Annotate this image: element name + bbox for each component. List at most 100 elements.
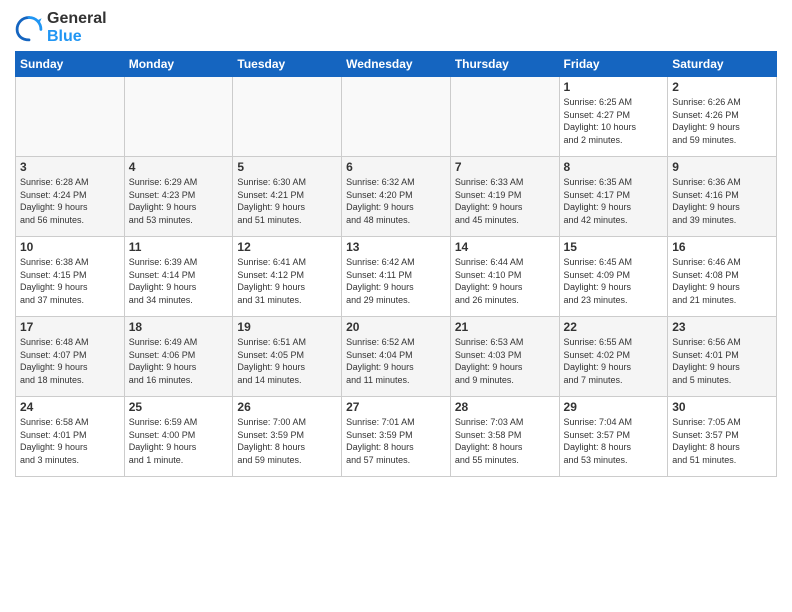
calendar-cell: 13Sunrise: 6:42 AM Sunset: 4:11 PM Dayli…	[342, 237, 451, 317]
day-info: Sunrise: 7:03 AM Sunset: 3:58 PM Dayligh…	[455, 416, 555, 466]
day-number: 27	[346, 400, 446, 414]
day-info: Sunrise: 6:51 AM Sunset: 4:05 PM Dayligh…	[237, 336, 337, 386]
day-info: Sunrise: 6:55 AM Sunset: 4:02 PM Dayligh…	[564, 336, 664, 386]
calendar-cell: 4Sunrise: 6:29 AM Sunset: 4:23 PM Daylig…	[124, 157, 233, 237]
day-info: Sunrise: 6:52 AM Sunset: 4:04 PM Dayligh…	[346, 336, 446, 386]
main-container: General Blue SundayMondayTuesdayWednesda…	[0, 0, 792, 482]
day-number: 24	[20, 400, 120, 414]
day-number: 28	[455, 400, 555, 414]
day-info: Sunrise: 6:25 AM Sunset: 4:27 PM Dayligh…	[564, 96, 664, 146]
calendar-cell: 28 Sunrise: 7:03 AM Sunset: 3:58 PM Dayli…	[450, 397, 559, 477]
header-wednesday: Wednesday	[342, 52, 451, 77]
day-number: 26	[237, 400, 337, 414]
calendar-cell: 9Sunrise: 6:36 AM Sunset: 4:16 PM Daylig…	[668, 157, 777, 237]
day-info: Sunrise: 7:05 AM Sunset: 3:57 PM Dayligh…	[672, 416, 772, 466]
day-info: Sunrise: 6:32 AM Sunset: 4:20 PM Dayligh…	[346, 176, 446, 226]
day-info: Sunrise: 6:45 AM Sunset: 4:09 PM Dayligh…	[564, 256, 664, 306]
day-number: 20	[346, 320, 446, 334]
day-number: 6	[346, 160, 446, 174]
header-saturday: Saturday	[668, 52, 777, 77]
calendar-table: SundayMondayTuesdayWednesdayThursdayFrid…	[15, 51, 777, 477]
calendar-week-1: 3 Sunrise: 6:28 AM Sunset: 4:24 PM Daylig…	[16, 157, 777, 237]
day-number: 12	[237, 240, 337, 254]
calendar-cell: 27 Sunrise: 7:01 AM Sunset: 3:59 PM Dayli…	[342, 397, 451, 477]
header: General Blue	[15, 10, 777, 45]
calendar-cell	[342, 77, 451, 157]
calendar-week-2: 10 Sunrise: 6:38 AM Sunset: 4:15 PM Dayli…	[16, 237, 777, 317]
calendar-week-4: 24 Sunrise: 6:58 AM Sunset: 4:01 PM Dayli…	[16, 397, 777, 477]
day-number: 7	[455, 160, 555, 174]
day-number: 21	[455, 320, 555, 334]
calendar-cell: 29Sunrise: 7:04 AM Sunset: 3:57 PM Dayli…	[559, 397, 668, 477]
header-thursday: Thursday	[450, 52, 559, 77]
day-number: 8	[564, 160, 664, 174]
calendar-cell: 14 Sunrise: 6:44 AM Sunset: 4:10 PM Dayli…	[450, 237, 559, 317]
day-info: Sunrise: 6:48 AM Sunset: 4:07 PM Dayligh…	[20, 336, 120, 386]
day-info: Sunrise: 7:00 AM Sunset: 3:59 PM Dayligh…	[237, 416, 337, 466]
day-number: 3	[20, 160, 120, 174]
day-number: 15	[564, 240, 664, 254]
day-number: 30	[672, 400, 772, 414]
header-tuesday: Tuesday	[233, 52, 342, 77]
day-info: Sunrise: 6:33 AM Sunset: 4:19 PM Dayligh…	[455, 176, 555, 226]
day-number: 4	[129, 160, 229, 174]
calendar-cell: 3 Sunrise: 6:28 AM Sunset: 4:24 PM Daylig…	[16, 157, 125, 237]
day-info: Sunrise: 6:46 AM Sunset: 4:08 PM Dayligh…	[672, 256, 772, 306]
header-sunday: Sunday	[16, 52, 125, 77]
day-number: 22	[564, 320, 664, 334]
day-info: Sunrise: 6:38 AM Sunset: 4:15 PM Dayligh…	[20, 256, 120, 306]
calendar-header-row: SundayMondayTuesdayWednesdayThursdayFrid…	[16, 52, 777, 77]
header-monday: Monday	[124, 52, 233, 77]
day-info: Sunrise: 6:35 AM Sunset: 4:17 PM Dayligh…	[564, 176, 664, 226]
calendar-cell	[233, 77, 342, 157]
day-info: Sunrise: 6:30 AM Sunset: 4:21 PM Dayligh…	[237, 176, 337, 226]
calendar-cell: 20 Sunrise: 6:52 AM Sunset: 4:04 PM Dayli…	[342, 317, 451, 397]
calendar-cell: 8 Sunrise: 6:35 AM Sunset: 4:17 PM Daylig…	[559, 157, 668, 237]
calendar-cell: 5 Sunrise: 6:30 AM Sunset: 4:21 PM Daylig…	[233, 157, 342, 237]
day-number: 10	[20, 240, 120, 254]
calendar-cell: 10 Sunrise: 6:38 AM Sunset: 4:15 PM Dayli…	[16, 237, 125, 317]
day-number: 5	[237, 160, 337, 174]
calendar-cell: 11 Sunrise: 6:39 AM Sunset: 4:14 PM Dayli…	[124, 237, 233, 317]
calendar-cell	[16, 77, 125, 157]
calendar-week-3: 17 Sunrise: 6:48 AM Sunset: 4:07 PM Dayli…	[16, 317, 777, 397]
day-info: Sunrise: 6:28 AM Sunset: 4:24 PM Dayligh…	[20, 176, 120, 226]
day-number: 23	[672, 320, 772, 334]
calendar-cell: 2Sunrise: 6:26 AM Sunset: 4:26 PM Daylig…	[668, 77, 777, 157]
day-number: 14	[455, 240, 555, 254]
day-info: Sunrise: 6:58 AM Sunset: 4:01 PM Dayligh…	[20, 416, 120, 466]
day-number: 9	[672, 160, 772, 174]
day-number: 25	[129, 400, 229, 414]
calendar-cell: 16 Sunrise: 6:46 AM Sunset: 4:08 PM Dayli…	[668, 237, 777, 317]
calendar-cell: 19 Sunrise: 6:51 AM Sunset: 4:05 PM Dayli…	[233, 317, 342, 397]
calendar-cell	[450, 77, 559, 157]
day-info: Sunrise: 7:01 AM Sunset: 3:59 PM Dayligh…	[346, 416, 446, 466]
calendar-cell	[124, 77, 233, 157]
day-info: Sunrise: 6:59 AM Sunset: 4:00 PM Dayligh…	[129, 416, 229, 466]
calendar-cell: 22 Sunrise: 6:55 AM Sunset: 4:02 PM Dayli…	[559, 317, 668, 397]
calendar-cell: 7 Sunrise: 6:33 AM Sunset: 4:19 PM Daylig…	[450, 157, 559, 237]
calendar-cell: 26 Sunrise: 7:00 AM Sunset: 3:59 PM Dayli…	[233, 397, 342, 477]
header-friday: Friday	[559, 52, 668, 77]
day-number: 19	[237, 320, 337, 334]
day-number: 1	[564, 80, 664, 94]
day-number: 18	[129, 320, 229, 334]
day-info: Sunrise: 6:44 AM Sunset: 4:10 PM Dayligh…	[455, 256, 555, 306]
day-info: Sunrise: 6:49 AM Sunset: 4:06 PM Dayligh…	[129, 336, 229, 386]
calendar-cell: 24 Sunrise: 6:58 AM Sunset: 4:01 PM Dayli…	[16, 397, 125, 477]
day-info: Sunrise: 6:41 AM Sunset: 4:12 PM Dayligh…	[237, 256, 337, 306]
day-number: 17	[20, 320, 120, 334]
day-number: 29	[564, 400, 664, 414]
day-number: 13	[346, 240, 446, 254]
day-number: 11	[129, 240, 229, 254]
day-info: Sunrise: 6:39 AM Sunset: 4:14 PM Dayligh…	[129, 256, 229, 306]
calendar-cell: 1 Sunrise: 6:25 AM Sunset: 4:27 PM Daylig…	[559, 77, 668, 157]
calendar-cell: 18 Sunrise: 6:49 AM Sunset: 4:06 PM Dayli…	[124, 317, 233, 397]
logo: General Blue	[15, 10, 107, 45]
day-number: 16	[672, 240, 772, 254]
calendar-week-0: 1 Sunrise: 6:25 AM Sunset: 4:27 PM Daylig…	[16, 77, 777, 157]
logo-icon	[15, 14, 43, 42]
day-info: Sunrise: 6:53 AM Sunset: 4:03 PM Dayligh…	[455, 336, 555, 386]
day-info: Sunrise: 6:56 AM Sunset: 4:01 PM Dayligh…	[672, 336, 772, 386]
day-info: Sunrise: 6:26 AM Sunset: 4:26 PM Dayligh…	[672, 96, 772, 146]
